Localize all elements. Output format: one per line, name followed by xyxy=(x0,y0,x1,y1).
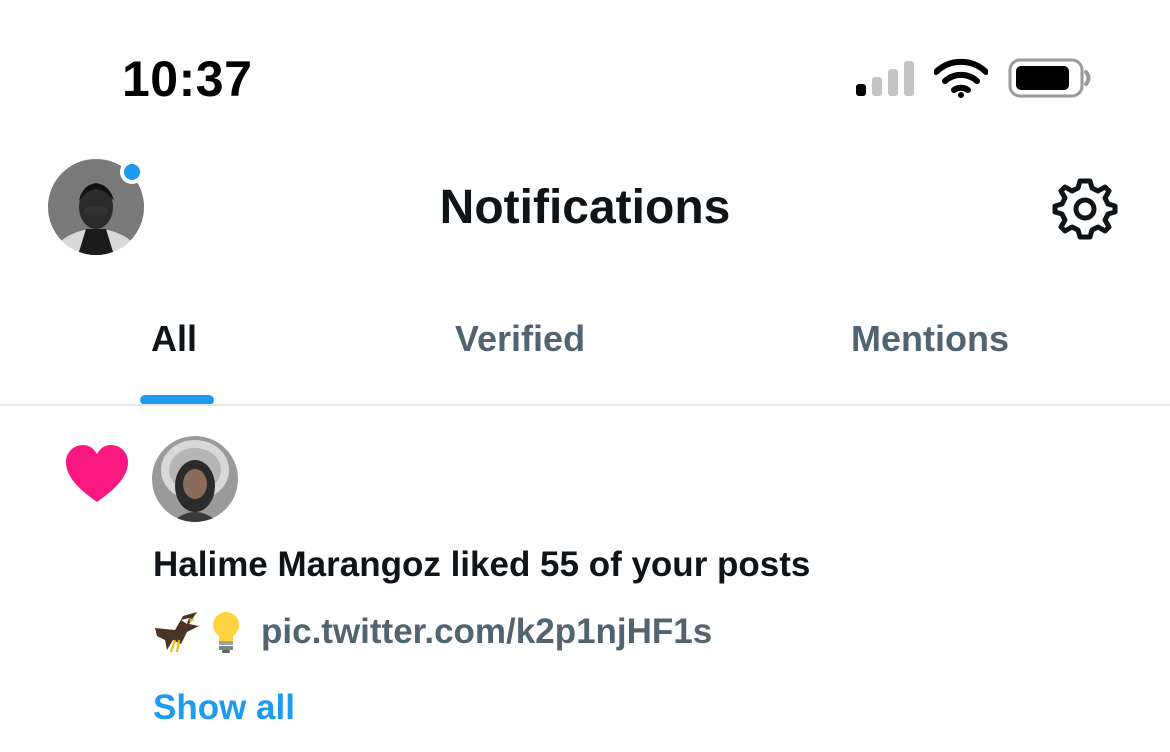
battery-icon xyxy=(1008,58,1091,98)
notification-text: Halime Marangoz liked 55 of your posts xyxy=(153,545,811,584)
light-bulb-emoji-icon xyxy=(213,612,239,653)
post-preview[interactable]: pic.twitter.com/k2p1njHF1s xyxy=(153,610,712,654)
post-link[interactable]: pic.twitter.com/k2p1njHF1s xyxy=(261,612,712,652)
status-time: 10:37 xyxy=(122,51,253,107)
tab-divider xyxy=(0,404,1170,406)
page-title: Notifications xyxy=(439,181,731,234)
tab-all[interactable]: All xyxy=(151,318,197,360)
show-all-link[interactable]: Show all xyxy=(153,688,295,728)
liker-avatar[interactable] xyxy=(152,436,238,522)
settings-gear-icon[interactable] xyxy=(1052,175,1118,241)
heart-icon xyxy=(66,445,128,502)
eagle-emoji-icon xyxy=(155,612,199,653)
notifications-screen: 10:37 Notifications All Verified Mention… xyxy=(0,0,1170,752)
wifi-icon xyxy=(934,58,988,98)
liker-avatar-image xyxy=(152,436,238,522)
tab-verified[interactable]: Verified xyxy=(455,318,585,360)
signal-icon xyxy=(856,61,914,96)
tab-mentions[interactable]: Mentions xyxy=(851,318,1009,360)
